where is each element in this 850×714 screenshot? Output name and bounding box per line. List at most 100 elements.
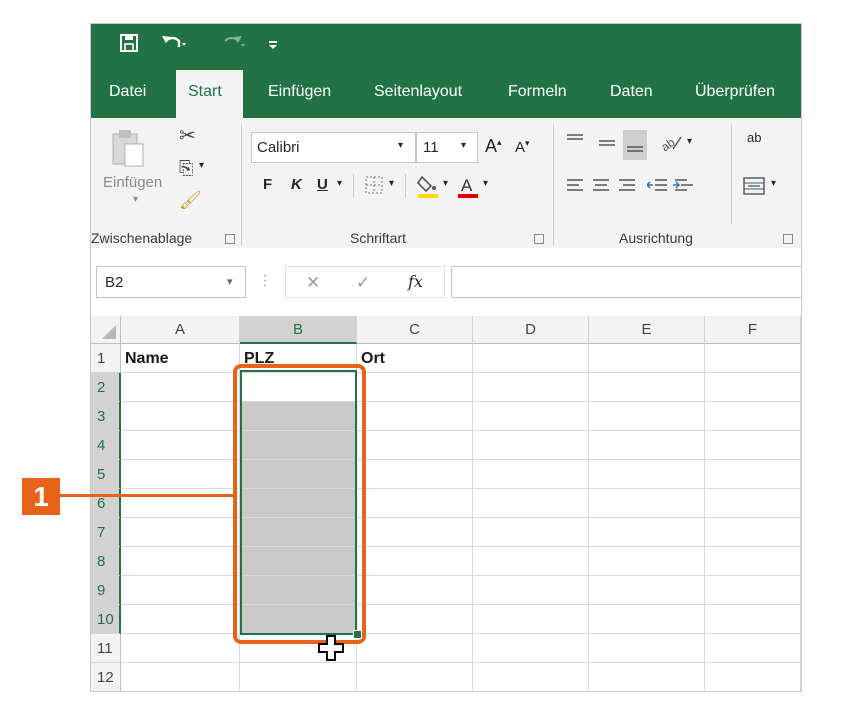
align-top-icon[interactable] <box>565 132 585 156</box>
row-header-4[interactable]: 4 <box>91 431 121 460</box>
cell-a12[interactable] <box>121 663 240 691</box>
cell-e9[interactable] <box>589 576 705 605</box>
worksheet-grid[interactable]: A B C D E F 1 Name PLZ Ort 2 3 4 5 6 7 8 9 10 11 12 <box>91 316 801 691</box>
cell-e2[interactable] <box>589 373 705 402</box>
cell-f2[interactable] <box>705 373 801 402</box>
cell-e6[interactable] <box>589 489 705 518</box>
paste-icon[interactable] <box>111 128 147 172</box>
cell-b12[interactable] <box>240 663 357 691</box>
column-header-f[interactable]: F <box>705 316 801 344</box>
cell-a3[interactable] <box>121 402 240 431</box>
cell-c9[interactable] <box>357 576 473 605</box>
cell-a11[interactable] <box>121 634 240 663</box>
alignment-launcher-icon[interactable] <box>783 234 793 244</box>
cell-c4[interactable] <box>357 431 473 460</box>
cell-e12[interactable] <box>589 663 705 691</box>
underline-button[interactable]: U <box>317 176 328 193</box>
copy-dropdown-icon[interactable]: ▾ <box>199 160 204 171</box>
cell-c2[interactable] <box>357 373 473 402</box>
cell-d12[interactable] <box>473 663 589 691</box>
cell-e4[interactable] <box>589 431 705 460</box>
font-size-dropdown-icon[interactable]: ▾ <box>461 140 466 151</box>
cell-e5[interactable] <box>589 460 705 489</box>
cell-c5[interactable] <box>357 460 473 489</box>
font-name-box[interactable]: Calibri ▾ <box>251 132 416 163</box>
wrap-text-icon[interactable]: ab <box>747 131 761 144</box>
row-header-3[interactable]: 3 <box>91 402 121 431</box>
cell-e3[interactable] <box>589 402 705 431</box>
cell-e7[interactable] <box>589 518 705 547</box>
align-center-icon[interactable] <box>591 176 611 200</box>
cell-f7[interactable] <box>705 518 801 547</box>
bold-button[interactable]: F <box>263 176 272 193</box>
cell-a8[interactable] <box>121 547 240 576</box>
column-header-b[interactable]: B <box>240 316 357 344</box>
decrease-font-icon[interactable]: A▾ <box>515 138 530 156</box>
font-color-dropdown-icon[interactable]: ▾ <box>483 178 488 189</box>
name-box-dropdown-icon[interactable]: ▾ <box>227 275 233 288</box>
column-header-e[interactable]: E <box>589 316 705 344</box>
cell-c6[interactable] <box>357 489 473 518</box>
row-header-11[interactable]: 11 <box>91 634 121 663</box>
row-header-10[interactable]: 10 <box>91 605 121 634</box>
fill-color-icon[interactable] <box>416 174 439 202</box>
row-header-12[interactable]: 12 <box>91 663 121 691</box>
cell-c11[interactable] <box>357 634 473 663</box>
cell-d8[interactable] <box>473 547 589 576</box>
cut-icon[interactable]: ✂ <box>179 126 196 146</box>
cell-d9[interactable] <box>473 576 589 605</box>
cell-a7[interactable] <box>121 518 240 547</box>
cell-a10[interactable] <box>121 605 240 634</box>
row-header-8[interactable]: 8 <box>91 547 121 576</box>
cell-c8[interactable] <box>357 547 473 576</box>
tab-datei[interactable]: Datei <box>109 70 146 118</box>
clipboard-launcher-icon[interactable] <box>225 234 235 244</box>
tab-seitenlayout[interactable]: Seitenlayout <box>374 70 462 118</box>
align-left-icon[interactable] <box>565 176 585 200</box>
increase-indent-icon[interactable] <box>673 176 695 200</box>
cell-d10[interactable] <box>473 605 589 634</box>
align-bottom-icon[interactable] <box>623 130 647 160</box>
customize-qat-icon[interactable] <box>267 33 279 61</box>
cell-e8[interactable] <box>589 547 705 576</box>
cell-f11[interactable] <box>705 634 801 663</box>
cell-a9[interactable] <box>121 576 240 605</box>
cell-d3[interactable] <box>473 402 589 431</box>
font-launcher-icon[interactable] <box>534 234 544 244</box>
cell-c1[interactable]: Ort <box>357 344 473 373</box>
row-header-2[interactable]: 2 <box>91 373 121 402</box>
name-box[interactable]: B2 ▾ <box>96 266 246 298</box>
fill-color-dropdown-icon[interactable]: ▾ <box>443 178 448 189</box>
undo-icon[interactable] <box>161 33 187 59</box>
cell-a4[interactable] <box>121 431 240 460</box>
column-header-d[interactable]: D <box>473 316 589 344</box>
fill-handle[interactable] <box>353 630 362 639</box>
cell-d5[interactable] <box>473 460 589 489</box>
cell-c10[interactable] <box>357 605 473 634</box>
insert-function-icon[interactable]: fx <box>408 272 423 291</box>
cell-f1[interactable] <box>705 344 801 373</box>
tab-start[interactable]: Start <box>176 70 243 118</box>
align-right-icon[interactable] <box>617 176 637 200</box>
cell-f5[interactable] <box>705 460 801 489</box>
cell-d6[interactable] <box>473 489 589 518</box>
tab-formeln[interactable]: Formeln <box>508 70 567 118</box>
merge-dropdown-icon[interactable]: ▾ <box>771 178 776 189</box>
cell-d4[interactable] <box>473 431 589 460</box>
decrease-indent-icon[interactable] <box>645 176 669 200</box>
row-header-9[interactable]: 9 <box>91 576 121 605</box>
row-header-1[interactable]: 1 <box>91 344 121 373</box>
cell-d11[interactable] <box>473 634 589 663</box>
cancel-icon[interactable]: ✕ <box>306 273 320 293</box>
font-color-icon[interactable]: A <box>457 174 479 202</box>
cell-a2[interactable] <box>121 373 240 402</box>
cell-e11[interactable] <box>589 634 705 663</box>
font-name-dropdown-icon[interactable]: ▾ <box>398 140 403 151</box>
cell-f3[interactable] <box>705 402 801 431</box>
tab-einfuegen[interactable]: Einfügen <box>268 70 331 118</box>
cell-d2[interactable] <box>473 373 589 402</box>
font-size-box[interactable]: 11 ▾ <box>416 132 478 163</box>
borders-icon[interactable] <box>365 176 383 198</box>
cell-c7[interactable] <box>357 518 473 547</box>
cell-f9[interactable] <box>705 576 801 605</box>
